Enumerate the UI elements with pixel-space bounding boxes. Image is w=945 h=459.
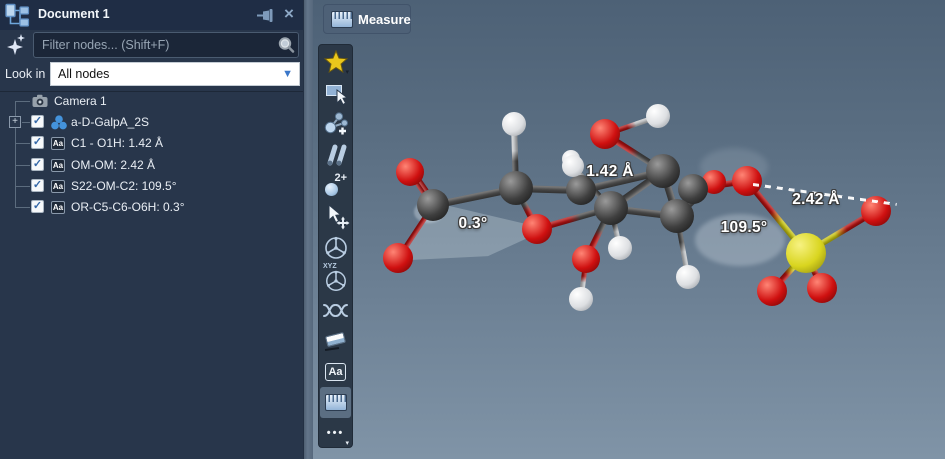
charge-ball-icon — [325, 183, 338, 196]
bonds-icon — [322, 142, 350, 168]
molecule-icon — [51, 115, 66, 129]
atom-O[interactable] — [590, 119, 620, 149]
tree-item-measure-om-om[interactable]: ✓ Aa OM-OM: 2.42 Å — [0, 155, 300, 175]
look-in-select[interactable]: All nodes ▼ — [50, 62, 300, 86]
atom-O[interactable] — [861, 196, 891, 226]
atom-H[interactable] — [502, 112, 526, 136]
atom-C[interactable] — [660, 199, 694, 233]
atom-H[interactable] — [562, 155, 584, 177]
atom-O[interactable] — [732, 166, 762, 196]
ruler-icon — [331, 11, 353, 28]
charge-2plus-label: 2+ — [334, 172, 347, 184]
aa-label-icon: Aa — [325, 363, 346, 381]
app: Document 1 × Look in — [0, 0, 945, 459]
pin-icon[interactable] — [256, 7, 276, 24]
atom-H[interactable] — [646, 104, 670, 128]
add-atoms-tool-button[interactable] — [320, 108, 351, 139]
tree-item-label: C1 - O1H: 1.42 Å — [71, 136, 163, 150]
close-icon[interactable]: × — [279, 3, 299, 25]
checkbox[interactable]: ✓ — [31, 115, 44, 128]
panel-scrollbar[interactable] — [303, 0, 313, 459]
rotate-tool-button[interactable] — [320, 232, 351, 263]
atom-S[interactable] — [786, 233, 826, 273]
translate-xyz-tool-button[interactable]: XYZ — [320, 263, 351, 294]
atom-O[interactable] — [522, 214, 552, 244]
atom-O[interactable] — [807, 273, 837, 303]
filter-nodes-input[interactable] — [33, 32, 299, 58]
xyz-label: XYZ — [323, 263, 337, 270]
ellipsis-icon: ••• — [327, 428, 345, 438]
look-in-value: All nodes — [58, 67, 109, 81]
measure-tool-button[interactable] — [320, 387, 351, 418]
ruler-icon — [325, 394, 347, 411]
checkbox[interactable]: ✓ — [31, 200, 44, 213]
charge-tool-button[interactable]: 2+ — [320, 170, 351, 201]
atom-O[interactable] — [757, 276, 787, 306]
checkbox[interactable]: ✓ — [31, 158, 44, 171]
eraser-underline — [325, 347, 339, 351]
atom-C[interactable] — [646, 154, 680, 188]
label-icon: Aa — [51, 159, 65, 172]
measure-button[interactable]: Measure — [323, 4, 411, 34]
caret-down-icon: ▾ — [345, 68, 349, 76]
panel-title: Document 1 — [38, 7, 110, 21]
star-icon — [324, 50, 348, 73]
move-cursor-icon — [322, 203, 350, 231]
atom-O[interactable] — [396, 158, 424, 186]
presets-button[interactable]: ▾ — [320, 46, 351, 77]
chevron-down-icon: ▼ — [282, 63, 293, 85]
sparkle-icon — [5, 33, 29, 57]
atom-C[interactable] — [499, 171, 533, 205]
atom-O[interactable] — [572, 245, 600, 273]
select-tool-button[interactable] — [320, 77, 351, 108]
edit-bonds-tool-button[interactable] — [320, 139, 351, 170]
add-atoms-icon — [323, 111, 349, 136]
camera-icon — [32, 94, 47, 108]
more-tools-button[interactable]: ••• ▾ — [320, 417, 351, 448]
atom-H[interactable] — [608, 236, 632, 260]
text-labels-tool-button[interactable]: Aa — [320, 356, 351, 387]
tree-item-label: OM-OM: 2.42 Å — [71, 158, 155, 172]
tree-item-label: S22-OM-C2: 109.5° — [71, 179, 177, 193]
tree-item-measure-s22-om-c2[interactable]: ✓ Aa S22-OM-C2: 109.5° — [0, 176, 300, 196]
panel-header: Document 1 × — [0, 0, 303, 30]
checkbox[interactable]: ✓ — [31, 136, 44, 149]
tree-item-measure-or-c5-c6-o6h[interactable]: ✓ Aa OR-C5-C6-O6H: 0.3° — [0, 197, 300, 217]
atom-C[interactable] — [566, 175, 596, 205]
tree-item-camera-1[interactable]: Camera 1 — [0, 91, 300, 111]
move-tool-button[interactable] — [320, 201, 351, 232]
atom-C[interactable] — [594, 191, 628, 225]
tree-item-label: a-D-GalpA_2S — [71, 115, 149, 129]
label-icon: Aa — [51, 180, 65, 193]
tool-palette: ▾ 2+ — [318, 44, 353, 448]
eraser-icon — [325, 332, 346, 347]
label-icon: Aa — [51, 137, 65, 150]
twist-icon — [322, 298, 349, 322]
document-panel: Document 1 × Look in — [0, 0, 303, 459]
caret-down-icon: ▾ — [345, 439, 349, 447]
atom-C[interactable] — [417, 189, 449, 221]
label-icon: Aa — [51, 201, 65, 214]
atom-O[interactable] — [383, 243, 413, 273]
tree-item-label: Camera 1 — [54, 94, 107, 108]
atom-H[interactable] — [569, 287, 593, 311]
tree-item-a-d-galpa-2s[interactable]: ✓ a-D-GalpA_2S — [0, 112, 300, 132]
document-tree-icon — [4, 3, 32, 28]
atom-H[interactable] — [676, 265, 700, 289]
trackball-icon — [323, 235, 349, 261]
xyz-trackball-icon — [324, 269, 348, 293]
cursor-icon — [320, 77, 351, 108]
checkbox[interactable]: ✓ — [31, 179, 44, 192]
tree-item-measure-c1-o1h[interactable]: ✓ Aa C1 - O1H: 1.42 Å — [0, 133, 300, 153]
look-in-label: Look in — [5, 67, 45, 81]
measure-button-label: Measure — [358, 12, 411, 27]
erase-tool-button[interactable] — [320, 325, 351, 356]
viewport-3d[interactable] — [313, 0, 945, 459]
twist-tool-button[interactable] — [320, 294, 351, 325]
tree-item-label: OR-C5-C6-O6H: 0.3° — [71, 200, 185, 214]
